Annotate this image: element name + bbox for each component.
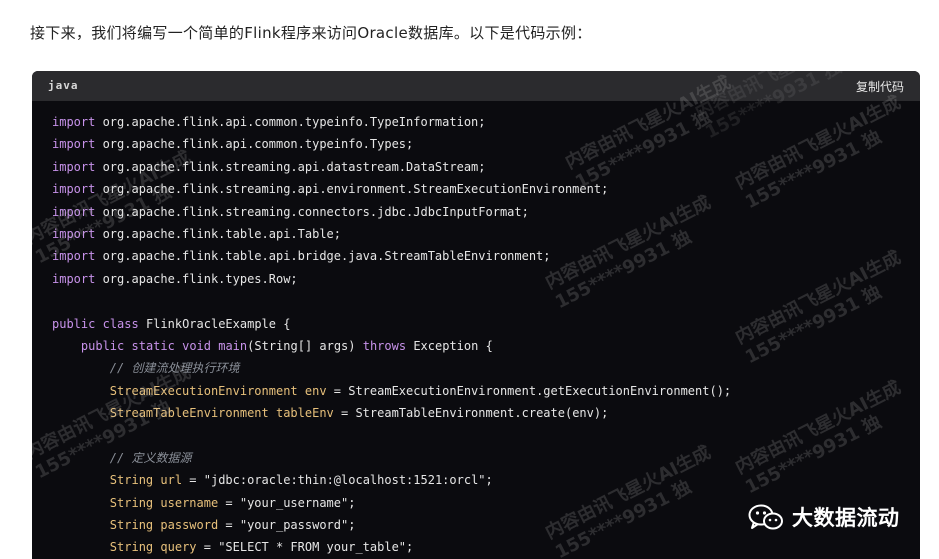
- code-token: class: [102, 316, 139, 331]
- code-line: import org.apache.flink.types.Row;: [52, 268, 920, 290]
- code-token: import: [52, 271, 96, 286]
- code-line: import org.apache.flink.api.common.typei…: [52, 133, 920, 155]
- code-token: void: [182, 338, 211, 353]
- code-line: import org.apache.flink.streaming.api.en…: [52, 178, 920, 200]
- code-token: query: [160, 540, 197, 555]
- code-token: org.apache.flink.streaming.api.environme…: [95, 182, 609, 197]
- code-token: static: [131, 338, 175, 353]
- brand-badge: 大数据流动: [748, 502, 900, 532]
- code-line: // 定义数据源: [52, 447, 920, 469]
- code-token: import: [52, 137, 96, 152]
- code-token: String: [109, 518, 154, 533]
- code-line: import org.apache.flink.table.api.bridge…: [52, 245, 920, 267]
- intro-text: 接下来，我们将编写一个简单的Flink程序来访问Oracle数据库。以下是代码示…: [30, 24, 592, 42]
- code-line: // 创建流处理执行环境: [52, 357, 920, 379]
- code-token: import: [52, 159, 96, 174]
- code-token: String: [109, 495, 154, 510]
- code-token: public: [80, 338, 125, 353]
- wechat-icon: [748, 503, 784, 531]
- code-token: = "SELECT * FROM your_table";: [196, 540, 414, 555]
- code-token: Exception {: [406, 338, 493, 353]
- code-token: url: [160, 473, 183, 488]
- code-token: StreamTableEnvironment: [109, 406, 269, 421]
- code-token: public: [52, 316, 96, 331]
- code-token: import: [52, 249, 96, 264]
- code-token: org.apache.flink.streaming.api.datastrea…: [95, 159, 486, 174]
- code-token: // 定义数据源: [52, 450, 192, 465]
- code-token: String: [109, 540, 154, 555]
- code-token: import: [52, 115, 96, 129]
- code-language-label: java: [48, 79, 79, 92]
- code-token: FlinkOracleExample {: [138, 316, 291, 331]
- code-line: import org.apache.flink.streaming.connec…: [52, 201, 920, 223]
- code-token: import: [52, 182, 96, 197]
- page: 接下来，我们将编写一个简单的Flink程序来访问Oracle数据库。以下是代码示…: [0, 0, 939, 559]
- code-token: = "your_password";: [218, 518, 356, 533]
- code-token: main: [218, 338, 248, 353]
- code-token: String: [109, 473, 154, 488]
- code-token: username: [160, 495, 219, 510]
- code-token: org.apache.flink.api.common.typeinfo.Typ…: [95, 115, 486, 129]
- code-line: import org.apache.flink.api.common.typei…: [52, 111, 920, 133]
- copy-code-button[interactable]: 复制代码: [856, 78, 904, 95]
- code-token: import: [52, 204, 96, 219]
- brand-name: 大数据流动: [792, 506, 900, 530]
- code-line: StreamTableEnvironment tableEnv = Stream…: [52, 402, 920, 424]
- code-token: org.apache.flink.table.api.bridge.java.S…: [95, 249, 551, 264]
- code-body: import org.apache.flink.api.common.typei…: [52, 111, 920, 559]
- code-token: (String[] args): [247, 338, 363, 353]
- code-line: import org.apache.flink.table.api.Table;: [52, 223, 920, 245]
- code-token: org.apache.flink.api.common.typeinfo.Typ…: [95, 137, 414, 152]
- code-token: = StreamTableEnvironment.create(env);: [333, 406, 609, 421]
- code-token: = "jdbc:oracle:thin:@localhost:1521:orcl…: [182, 473, 493, 488]
- code-header: java 复制代码: [32, 71, 920, 101]
- code-line: StreamExecutionEnvironment env = StreamE…: [52, 380, 920, 402]
- code-token: org.apache.flink.types.Row;: [95, 271, 298, 286]
- code-token: = "your_username";: [218, 495, 356, 510]
- code-line: public class FlinkOracleExample {: [52, 313, 920, 335]
- code-token: org.apache.flink.streaming.connectors.jd…: [95, 204, 529, 219]
- code-token: import: [52, 226, 96, 241]
- code-line: import org.apache.flink.streaming.api.da…: [52, 156, 920, 178]
- code-token: = StreamExecutionEnvironment.getExecutio…: [326, 383, 732, 398]
- code-block: java 复制代码 import org.apache.flink.api.co…: [32, 71, 920, 559]
- code-token: password: [160, 518, 219, 533]
- code-line: public static void main(String[] args) t…: [52, 335, 920, 357]
- code-line: String query = "SELECT * FROM your_table…: [52, 536, 920, 558]
- code-token: tableEnv: [275, 406, 334, 421]
- code-token: throws: [362, 338, 407, 353]
- code-token: // 创建流处理执行环境: [52, 361, 240, 376]
- code-token: StreamExecutionEnvironment: [109, 383, 298, 398]
- code-line: String url = "jdbc:oracle:thin:@localhos…: [52, 469, 920, 491]
- code-token: env: [304, 383, 327, 398]
- code-token: org.apache.flink.table.api.Table;: [95, 226, 341, 241]
